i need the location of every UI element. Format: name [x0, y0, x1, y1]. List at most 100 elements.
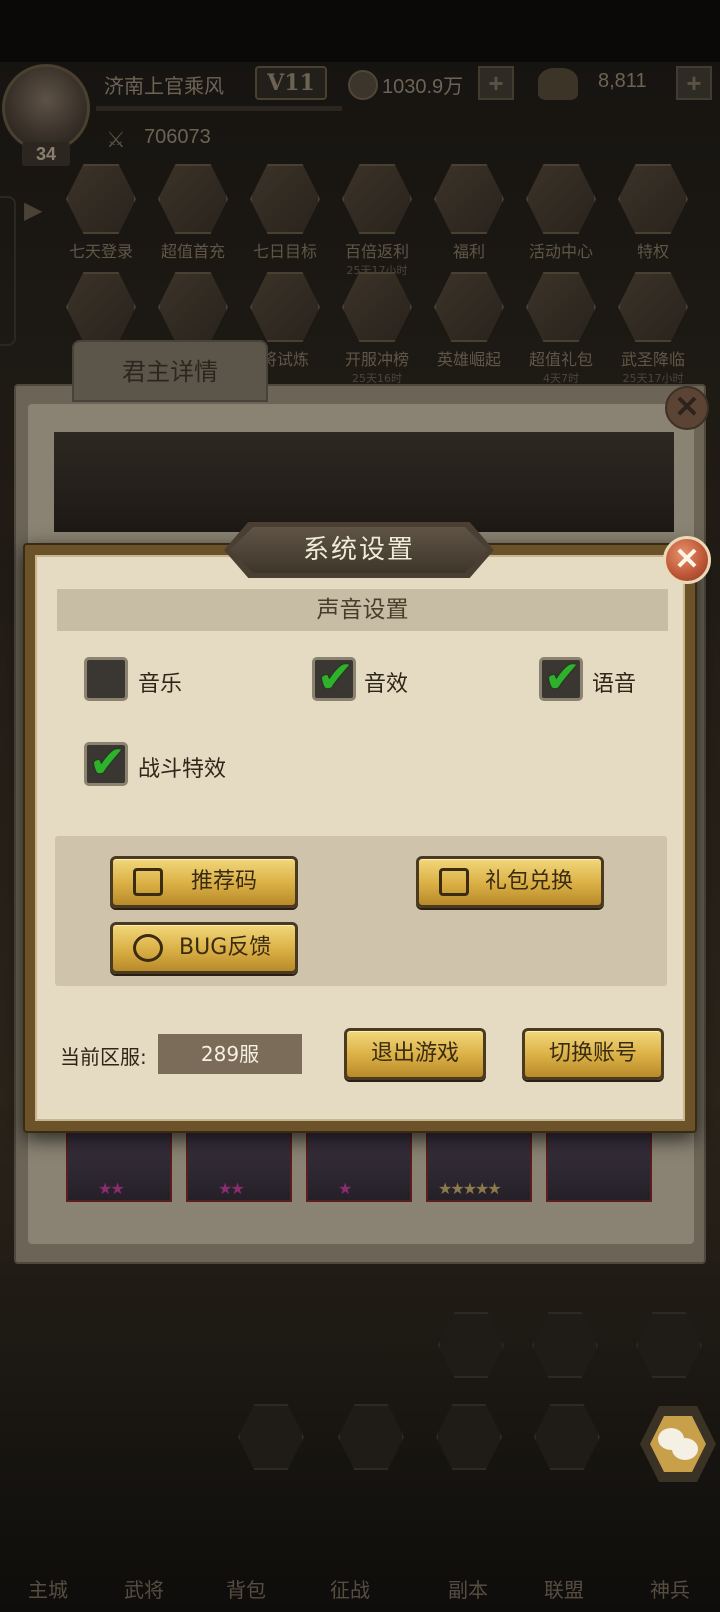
activity-label: 英雄崛起	[436, 350, 501, 369]
activity-server-ranking[interactable]: 开服冲榜 25天16时	[336, 272, 418, 385]
lord-close-button[interactable]: ✕	[665, 386, 709, 430]
nav-alliance[interactable]: 联盟	[544, 1574, 584, 1603]
side-drawer-handle[interactable]	[0, 196, 16, 346]
hero-stars: ★★	[218, 1179, 245, 1198]
activity-label: 特权	[636, 242, 669, 261]
lord-details-tab[interactable]: 君主详情	[72, 340, 268, 402]
crossed-swords-icon: ⚔	[106, 128, 126, 153]
activity-icon	[618, 272, 688, 342]
sfx-label: 音效	[364, 672, 409, 697]
checkmark-icon: ✔	[317, 652, 354, 703]
button-label: 推荐码	[191, 869, 258, 894]
voice-checkbox[interactable]: ✔	[539, 652, 583, 703]
player-level-badge: 34	[22, 142, 70, 166]
player-name: 济南上官乘风	[104, 74, 224, 98]
dialog-title: 系统设置	[230, 527, 488, 573]
activity-value-pack[interactable]: 超值礼包 4天7时	[520, 272, 602, 385]
activity-icon	[342, 164, 412, 234]
player-avatar[interactable]	[2, 64, 90, 152]
hero-card[interactable]: ★★	[186, 1130, 292, 1202]
activity-hero-rise[interactable]: 英雄崛起	[428, 272, 510, 372]
exit-game-button[interactable]: 退出游戏	[344, 1028, 486, 1080]
music-checkbox[interactable]	[84, 657, 128, 701]
activity-label: 超值首充	[160, 242, 225, 261]
voice-label: 语音	[592, 672, 637, 697]
referral-code-button[interactable]: 推荐码	[110, 856, 298, 908]
hero-card[interactable]: ★★★★★	[426, 1130, 532, 1202]
card-icon	[133, 868, 163, 896]
activity-welfare[interactable]: 福利	[428, 164, 510, 264]
checkmark-icon: ✔	[544, 652, 581, 703]
activity-row-1: 七天登录 超值首充 七日目标 百倍返利 25天17小时 福利 活动中心 特权	[52, 164, 712, 277]
activity-label: 七日目标	[252, 242, 317, 261]
hero-stars: ★★	[98, 1179, 125, 1198]
nav-generals[interactable]: 武将	[124, 1574, 164, 1603]
activity-seven-day-login[interactable]: 七天登录	[60, 164, 142, 264]
exp-bar	[96, 106, 342, 111]
activity-label: 超值礼包	[528, 350, 593, 369]
activity-icon	[618, 164, 688, 234]
bug-feedback-button[interactable]: BUG反馈	[110, 922, 298, 974]
gold-amount: 1030.9万	[382, 76, 464, 98]
hero-stars: ★★★★★	[438, 1179, 502, 1198]
activity-label: 福利	[452, 242, 485, 261]
hero-lineup: ★★ ★★ ★ ★★★★★	[66, 1130, 656, 1204]
nav-dungeon[interactable]: 副本	[448, 1574, 488, 1603]
activity-icon	[526, 164, 596, 234]
activity-icon	[250, 272, 320, 342]
activity-icon	[526, 272, 596, 342]
activity-icon	[158, 164, 228, 234]
expand-arrow-icon[interactable]: ▶	[24, 196, 42, 224]
chat-bubble	[672, 1438, 698, 1460]
current-server-value: 289服	[158, 1034, 302, 1074]
battle-effects-label: 战斗特效	[138, 757, 227, 782]
bug-icon	[133, 934, 163, 962]
activity-seven-day-goal[interactable]: 七日目标	[244, 164, 326, 264]
switch-account-button[interactable]: 切换账号	[522, 1028, 664, 1080]
ingot-icon	[538, 68, 578, 100]
sfx-checkbox[interactable]: ✔	[312, 652, 356, 703]
gift-redeem-button[interactable]: 礼包兑换	[416, 856, 604, 908]
lord-banner-image	[54, 432, 674, 532]
activity-privilege[interactable]: 特权	[612, 164, 694, 264]
activity-icon	[342, 272, 412, 342]
activity-label: 开服冲榜	[344, 350, 409, 369]
activity-icon	[66, 272, 136, 342]
hero-card[interactable]: ★★	[66, 1130, 172, 1202]
add-ingot-button[interactable]: +	[676, 66, 712, 100]
music-label: 音乐	[138, 672, 183, 697]
activity-label: 武圣降临	[620, 350, 685, 369]
activity-icon	[250, 164, 320, 234]
top-hud: 34 济南上官乘风 V11 1030.9万 + 8,811 + ⚔ 706073	[0, 62, 720, 166]
hero-stars: ★	[338, 1179, 352, 1198]
nav-campaign[interactable]: 征战	[330, 1574, 370, 1603]
activity-martial-saint[interactable]: 武圣降临 25天17小时	[612, 272, 694, 385]
activity-icon	[434, 272, 504, 342]
activity-center[interactable]: 活动中心	[520, 164, 602, 264]
activity-first-recharge[interactable]: 超值首充	[152, 164, 234, 264]
gold-coin-icon	[348, 70, 378, 100]
current-server-label: 当前区服:	[60, 1045, 147, 1069]
activity-label: 活动中心	[528, 242, 593, 261]
activity-rebate[interactable]: 百倍返利 25天17小时	[336, 164, 418, 277]
activity-icon	[66, 164, 136, 234]
battle-effects-checkbox[interactable]: ✔	[84, 737, 128, 788]
button-label: 礼包兑换	[485, 869, 574, 894]
nav-backpack[interactable]: 背包	[226, 1574, 266, 1603]
close-icon[interactable]: ✕	[663, 536, 711, 584]
activity-label: 百倍返利	[344, 242, 409, 261]
hero-card[interactable]: ★	[306, 1130, 412, 1202]
activity-icon	[434, 164, 504, 234]
hero-card[interactable]	[546, 1130, 652, 1202]
checkmark-icon: ✔	[89, 737, 126, 788]
status-bar	[0, 0, 720, 62]
sound-settings-header: 声音设置	[57, 589, 668, 631]
vip-badge[interactable]: V11	[255, 66, 327, 100]
button-label: BUG反馈	[179, 935, 272, 960]
nav-divine-weapon[interactable]: 神兵	[650, 1574, 690, 1603]
add-gold-button[interactable]: +	[478, 66, 514, 100]
nav-main-city[interactable]: 主城	[28, 1574, 68, 1603]
combat-power: 706073	[144, 126, 211, 148]
activity-icon	[158, 272, 228, 342]
ingot-amount: 8,811	[598, 70, 647, 92]
